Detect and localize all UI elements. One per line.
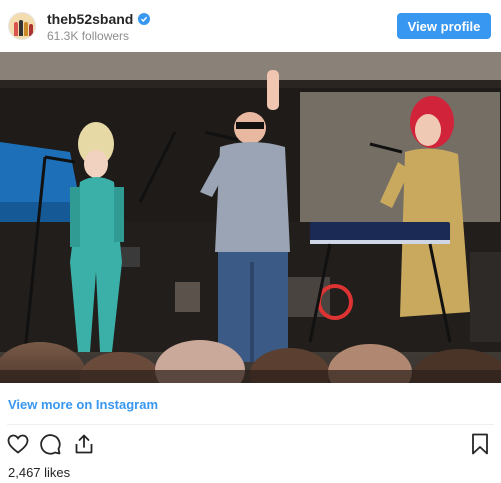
follower-count: 61.3K followers [47, 29, 130, 43]
comment-icon[interactable] [38, 432, 64, 458]
like-count: 2,467 likes [8, 465, 71, 480]
divider [7, 424, 494, 425]
username-row: theb52sband [47, 11, 151, 27]
heart-icon[interactable] [6, 432, 32, 458]
avatar[interactable] [8, 12, 36, 40]
action-bar [0, 432, 501, 458]
username[interactable]: theb52sband [47, 11, 133, 27]
share-icon[interactable] [72, 432, 98, 458]
view-more-on-instagram-link[interactable]: View more on Instagram [8, 397, 158, 412]
view-profile-button[interactable]: View profile [397, 13, 491, 39]
post-header: theb52sband 61.3K followers View profile [0, 0, 501, 52]
post-photo[interactable] [0, 52, 501, 383]
verified-badge-icon [138, 13, 151, 25]
bookmark-icon[interactable] [468, 432, 494, 458]
